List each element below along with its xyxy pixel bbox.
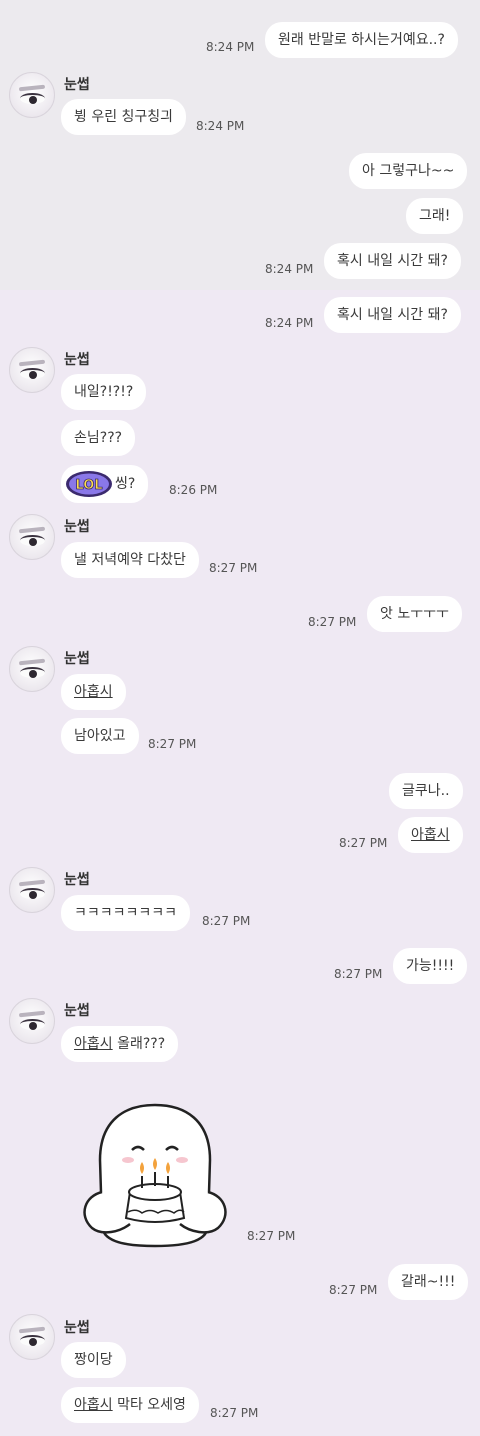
message-time: 8:27 PM bbox=[209, 561, 258, 575]
message-bubble-sent[interactable]: 혹시 내일 시간 돼? bbox=[324, 297, 461, 333]
message-time: 8:24 PM bbox=[265, 316, 314, 330]
message-text: 올래??? bbox=[112, 1036, 166, 1052]
message-time: 8:24 PM bbox=[265, 262, 314, 276]
sender-name: 눈썹 bbox=[64, 352, 90, 368]
message-time: 8:27 PM bbox=[329, 1283, 378, 1297]
sender-name: 눈썹 bbox=[64, 519, 90, 535]
message-time: 8:26 PM bbox=[169, 483, 218, 497]
avatar[interactable] bbox=[9, 646, 55, 692]
message-time: 8:27 PM bbox=[148, 737, 197, 751]
message-bubble-sent[interactable]: 앗 노ㅜㅜㅜ bbox=[367, 596, 462, 632]
message-text: 막타 오세영 bbox=[112, 1397, 186, 1413]
message-time: 8:24 PM bbox=[196, 119, 245, 133]
message-time: 8:24 PM bbox=[206, 40, 255, 54]
message-time: 8:27 PM bbox=[202, 914, 251, 928]
message-bubble-sent[interactable]: 아 그렇구나~~ bbox=[349, 153, 468, 189]
message-text: 씽? bbox=[115, 476, 136, 492]
message-bubble-received[interactable]: 손님??? bbox=[61, 420, 136, 456]
message-bubble-received[interactable]: 남아있고 bbox=[61, 718, 139, 754]
message-bubble-received[interactable]: ㅋㅋㅋㅋㅋㅋㅋㅋ bbox=[61, 895, 191, 931]
message-link[interactable]: 아홉시 bbox=[74, 1036, 113, 1052]
message-bubble-sent[interactable]: 가능!!!! bbox=[393, 948, 468, 984]
avatar[interactable] bbox=[9, 998, 55, 1044]
message-time: 8:27 PM bbox=[339, 836, 388, 850]
message-bubble-received[interactable]: 짱이당 bbox=[61, 1342, 126, 1378]
message-time: 8:27 PM bbox=[247, 1229, 296, 1243]
message-bubble-sent[interactable]: 아홉시 bbox=[398, 817, 463, 853]
message-bubble-received[interactable]: 아홉시 bbox=[61, 674, 126, 710]
message-bubble-received[interactable]: LOL 씽? bbox=[61, 465, 149, 503]
message-time: 8:27 PM bbox=[308, 615, 357, 629]
avatar[interactable] bbox=[9, 1314, 55, 1360]
message-bubble-sent[interactable]: 갈래~!!! bbox=[388, 1264, 469, 1300]
message-bubble-sent[interactable]: 혹시 내일 시간 돼? bbox=[324, 243, 461, 279]
avatar[interactable] bbox=[9, 514, 55, 560]
sender-name: 눈썹 bbox=[64, 872, 90, 888]
message-bubble-received[interactable]: 낼 저녁예약 다찼단 bbox=[61, 542, 199, 578]
message-bubble-received[interactable]: 아홉시 막타 오세영 bbox=[61, 1387, 199, 1423]
avatar[interactable] bbox=[9, 72, 55, 118]
sender-name: 눈썹 bbox=[64, 1003, 90, 1019]
birthday-cake-sticker-icon[interactable] bbox=[80, 1100, 230, 1248]
message-bubble-sent[interactable]: 그래! bbox=[406, 198, 464, 234]
sender-name: 눈썹 bbox=[64, 1320, 90, 1336]
lol-sticker-icon: LOL bbox=[66, 471, 112, 497]
message-bubble-sent[interactable]: 원래 반말로 하시는거예요..? bbox=[265, 22, 458, 58]
message-link[interactable]: 아홉시 bbox=[74, 1397, 113, 1413]
message-time: 8:27 PM bbox=[210, 1406, 259, 1420]
message-time: 8:27 PM bbox=[334, 967, 383, 981]
message-bubble-received[interactable]: 뷩 우린 칭구칭긔 bbox=[61, 99, 187, 135]
message-bubble-received[interactable]: 아홉시 올래??? bbox=[61, 1026, 179, 1062]
sender-name: 눈썹 bbox=[64, 77, 90, 93]
sender-name: 눈썹 bbox=[64, 651, 90, 667]
message-bubble-sent[interactable]: 글쿠나.. bbox=[389, 773, 463, 809]
avatar[interactable] bbox=[9, 347, 55, 393]
svg-text:LOL: LOL bbox=[75, 478, 102, 493]
message-bubble-received[interactable]: 내일?!?!? bbox=[61, 374, 147, 410]
avatar[interactable] bbox=[9, 867, 55, 913]
